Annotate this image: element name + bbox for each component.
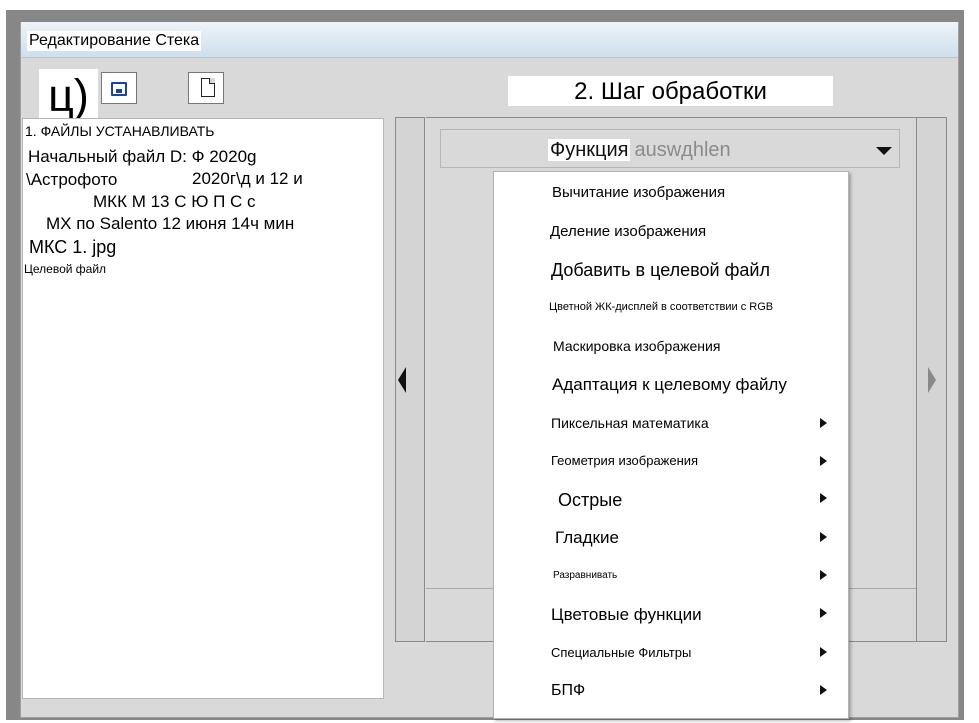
function-select-label: Функция [548,139,631,161]
sharp-submenu-icon [820,493,827,503]
previous-step-arrow-icon[interactable] [398,367,406,393]
menu-item-special-filters[interactable]: Специальные Фильтры [551,645,692,661]
new-file-button[interactable] [188,72,224,104]
chevron-down-icon[interactable] [876,147,892,155]
mks-path-line: МКК М 13 С Ю П С с [93,192,256,212]
menu-item-fft[interactable]: БПФ [551,682,586,701]
file-panel-heading: 1. ФАЙЛЫ УСТАНАВЛИВАТЬ [25,123,215,139]
menu-item-divide-image[interactable]: Деление изображения [550,223,707,241]
smooth-submenu-icon [820,532,827,542]
astro-path-line: \Астрофото [26,170,118,190]
salento-path-line: МХ по Salento 12 июня 14ч мин [46,214,295,234]
processing-step-title: 2. Шаг обработки [508,76,833,106]
menu-item-mask-image[interactable]: Маскировка изображения [553,338,721,355]
menu-item-smooth[interactable]: Гладкие [555,528,619,548]
menu-item-level[interactable]: Разравнивать [553,570,618,582]
function-select-placeholder: auswдhlen [634,139,731,161]
menu-item-sharp[interactable]: Острые [558,490,623,511]
save-button[interactable] [101,72,137,104]
date-path-line: 2020г\д и 12 и [192,169,303,189]
menu-item-adapt-target-file[interactable]: Адаптация к целевому файлу [552,375,787,395]
menu-item-subtract-image[interactable]: Вычитание изображения [552,184,726,202]
save-icon [111,82,127,96]
function-select-value: Функция auswдhlen [548,139,731,162]
section-marker: ц) [39,69,98,123]
window-title: Редактирование Стека [27,31,202,51]
fft-submenu-icon [820,685,827,695]
next-step-arrow-icon[interactable] [928,367,936,393]
function-menu: Вычитание изображения Деление изображени… [493,171,849,719]
image-geometry-submenu-icon [820,456,827,466]
special-filters-submenu-icon [820,647,827,657]
file-settings-panel: 1. ФАЙЛЫ УСТАНАВЛИВАТЬ Начальный файл D:… [22,118,384,699]
menu-item-rgb-lcd[interactable]: Цветной ЖК-дисплей в соответствии с RGB [549,301,774,314]
start-file-line: Начальный файл D: Ф 2020g [28,147,257,167]
target-file-label: Целевой файл [24,262,107,276]
menu-item-image-geometry[interactable]: Геометрия изображения [551,453,699,469]
menu-item-add-to-target-file[interactable]: Добавить в целевой файл [551,260,770,281]
level-submenu-icon [820,570,827,580]
color-functions-submenu-icon [820,608,827,618]
new-file-icon [201,78,215,97]
pixel-math-submenu-icon [820,418,827,428]
menu-item-color-functions[interactable]: Цветовые функции [551,605,702,625]
menu-item-pixel-math[interactable]: Пиксельная математика [551,415,709,432]
source-file-name: МКС 1. jpg [29,237,117,258]
